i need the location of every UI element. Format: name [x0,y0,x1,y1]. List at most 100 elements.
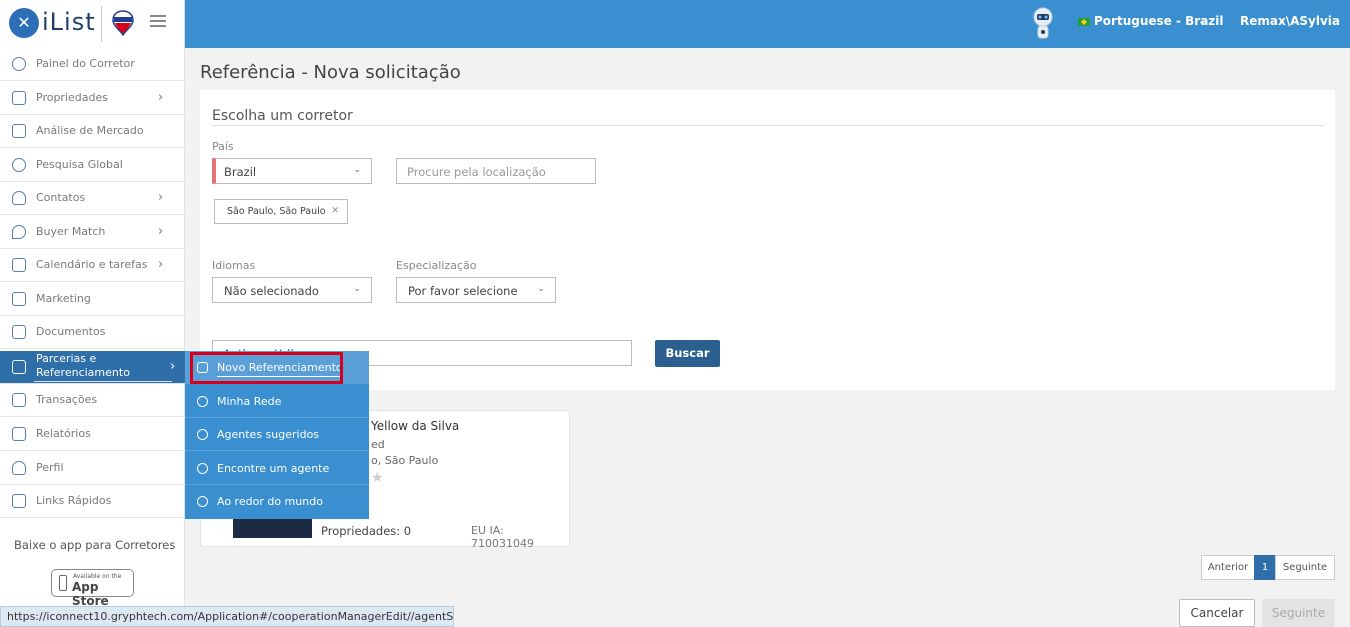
location-search-input[interactable]: Procure pela localização [396,158,596,184]
sidebar-item-propriedades[interactable]: Propriedades › [0,82,185,115]
sidebar-item-perfil[interactable]: Perfil [0,452,185,485]
pagination-current[interactable]: 1 [1254,555,1276,580]
sidebar-item-label: Marketing [36,292,91,305]
sidebar-item-analise[interactable]: Análise de Mercado [0,115,185,148]
logo-text: iList [42,8,96,36]
highlight-box [190,352,343,384]
contacts-icon [12,191,26,205]
chevron-down-icon: ⌄ [537,284,545,294]
submenu-item-label: Encontre um agente [217,462,330,475]
chevron-right-icon: › [158,257,164,272]
sidebar-item-buyer-match[interactable]: Buyer Match › [0,216,185,249]
sidebar-item-label: Relatórios [36,427,91,440]
globe-icon [197,496,208,507]
remax-balloon-icon [112,10,134,37]
bar-chart-icon [12,124,26,138]
sidebar-item-label: Transações [36,393,98,406]
sidebar-item-label: Pesquisa Global [36,158,123,171]
search-button[interactable]: Buscar [655,340,720,367]
specialization-select[interactable]: Por favor selecione ⌄ [396,277,556,303]
submenu-item-label: Agentes sugeridos [217,428,320,441]
folder-icon [12,325,26,339]
agent-status: ed [371,438,385,451]
sidebar-item-label: Calendário e tarefas [36,258,148,271]
bar-chart-icon [12,427,26,441]
user-name[interactable]: Remax\ASylvia [1240,14,1340,28]
country-label: País [212,140,234,153]
sidebar-item-links[interactable]: Links Rápidos [0,485,185,518]
sidebar-item-relatorios[interactable]: Relatórios [0,418,185,451]
chevron-right-icon: › [158,190,164,205]
sidebar-item-label: Perfil [36,461,64,474]
logo-divider [101,6,102,42]
chevron-right-icon: › [158,90,164,105]
languages-value: Não selecionado [224,284,319,298]
chevron-down-icon[interactable]: ⌄ [1198,16,1206,27]
sidebar-item-documentos[interactable]: Documentos [0,316,185,349]
app-store-badge[interactable]: Available on the App Store [51,569,134,608]
pagination-prev[interactable]: Anterior [1201,555,1255,580]
sidebar: Painel do Corretor Propriedades › Anális… [0,48,185,627]
country-value: Brazil [224,165,257,179]
specialization-label: Especialização [396,259,477,272]
phone-icon [59,575,67,591]
location-tag-label: São Paulo, São Paulo [227,206,326,217]
newspaper-icon [12,292,26,306]
home-icon [12,91,26,105]
ilist-logo-icon: ✕ [9,8,39,38]
agent-name: Yellow da Silva [371,419,460,433]
section-title: Escolha um corretor [212,108,353,124]
close-icon[interactable]: ✕ [331,206,339,216]
submenu-encontre-agente[interactable]: Encontre um agente [185,452,369,485]
links-icon [12,494,26,508]
robot-assistant-icon[interactable] [1030,6,1056,40]
top-bar: Portuguese - Brazil ⌄ Remax\ASylvia [0,0,1350,48]
briefcase-icon [12,393,26,407]
network-icon [197,396,208,407]
sidebar-item-calendario[interactable]: Calendário e tarefas › [0,249,185,282]
sidebar-item-painel[interactable]: Painel do Corretor [0,48,185,81]
sidebar-item-label: Painel do Corretor [36,57,135,70]
search-icon [197,463,208,474]
location-tag[interactable]: São Paulo, São Paulo ✕ [214,199,348,224]
star-icon: ★ [371,470,384,486]
users-icon [197,429,208,440]
sidebar-item-pesquisa[interactable]: Pesquisa Global [0,149,185,182]
chevron-right-icon: › [170,359,176,374]
page-title: Referência - Nova solicitação [200,62,461,83]
sidebar-item-label: Parcerias e Referenciamento [36,352,130,380]
app-store-small-text: Available on the [73,573,122,580]
sidebar-item-marketing[interactable]: Marketing [0,283,185,316]
submenu-minha-rede[interactable]: Minha Rede [185,385,369,418]
sidebar-item-label-line2: Referenciamento [36,366,130,379]
chevron-right-icon: › [158,224,164,239]
languages-label: Idiomas [212,259,256,272]
sidebar-item-transacoes[interactable]: Transações [0,384,185,417]
sidebar-item-label: Links Rápidos [36,494,112,507]
chevron-down-icon: ⌄ [353,165,361,175]
country-select[interactable]: Brazil ⌄ [212,158,372,184]
submenu-item-label: Ao redor do mundo [217,495,323,508]
menu-toggle-icon[interactable] [150,15,166,27]
sidebar-item-label: Propriedades [36,91,108,104]
agent-location: o, São Paulo [371,454,439,467]
brazil-flag-icon [1078,17,1090,26]
pagination-next[interactable]: Seguinte [1275,555,1335,580]
app-store-text: App Store [72,580,109,608]
next-button[interactable]: Seguinte [1262,599,1335,627]
agent-properties: Propriedades: 0 [321,524,412,538]
search-icon [12,158,26,172]
app-promo-text: Baixe o app para Corretores [14,538,176,552]
submenu-agentes-sugeridos[interactable]: Agentes sugeridos [185,418,369,451]
languages-select[interactable]: Não selecionado ⌄ [212,277,372,303]
section-divider [212,125,1323,126]
cancel-button[interactable]: Cancelar [1179,599,1255,627]
chevron-down-icon: ⌄ [353,284,361,294]
sidebar-item-label-line1: Parcerias e [36,352,97,365]
submenu-item-label: Minha Rede [217,395,282,408]
submenu-ao-redor-do-mundo[interactable]: Ao redor do mundo [185,485,369,518]
sidebar-item-label: Documentos [36,325,106,338]
sidebar-item-contatos[interactable]: Contatos › [0,182,185,215]
sidebar-item-parcerias[interactable]: Parcerias e Referenciamento › [0,351,185,384]
browser-status-bar: https://iconnect10.gryphtech.com/Applica… [0,606,454,627]
